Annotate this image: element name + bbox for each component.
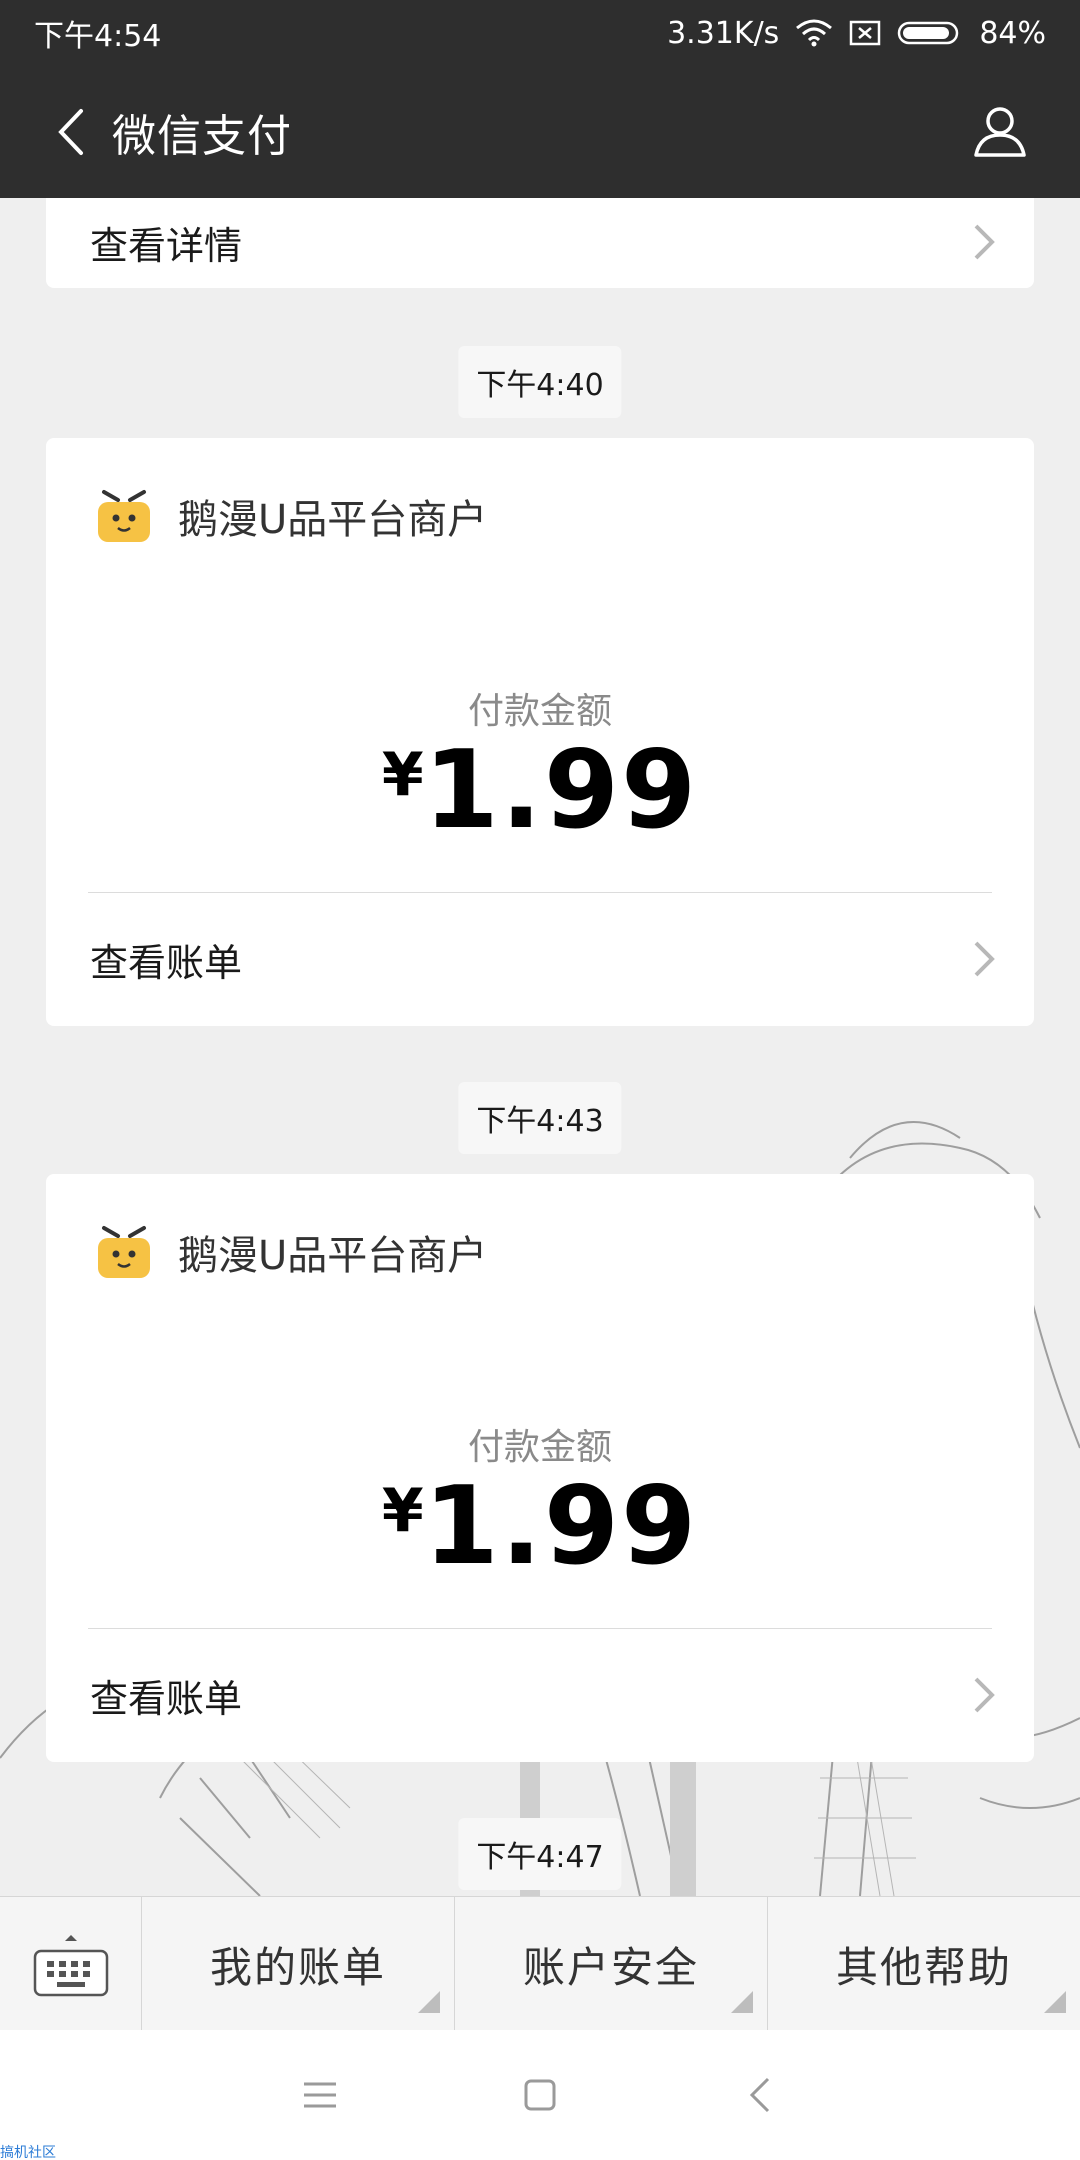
sim-icon: [849, 20, 881, 46]
watermark: 搞机社区: [0, 2145, 56, 2160]
merchant-row: 鹅漫U品平台商户: [94, 486, 487, 546]
wifi-icon: [795, 18, 833, 48]
user-profile-icon[interactable]: [960, 66, 1040, 198]
merchant-logo-icon: [98, 490, 150, 542]
view-bill-row[interactable]: 查看账单: [46, 1629, 1034, 1762]
payment-amount: ¥1.99: [46, 728, 1034, 853]
chevron-right-icon: [974, 1677, 995, 1713]
currency-symbol: ¥: [381, 740, 424, 810]
menu-account-security[interactable]: 账户安全: [455, 1897, 768, 2031]
menu-other-help[interactable]: 其他帮助: [768, 1897, 1080, 2031]
payment-card[interactable]: 鹅漫U品平台商户 付款金额 ¥1.99 查看账单: [46, 438, 1034, 1026]
submenu-indicator-icon: [1044, 1991, 1066, 2013]
chevron-right-icon: [974, 224, 995, 260]
payment-amount: ¥1.99: [46, 1464, 1034, 1589]
submenu-indicator-icon: [418, 1991, 440, 2013]
menu-label: 我的账单: [209, 1942, 386, 1992]
menu-icon[interactable]: [290, 2065, 350, 2125]
view-bill-label: 查看账单: [90, 1677, 243, 1721]
title-bar: 微信支付: [0, 66, 1080, 198]
view-bill-row[interactable]: 查看账单: [46, 893, 1034, 1026]
detail-card[interactable]: 查看详情: [46, 198, 1034, 288]
merchant-logo-icon: [98, 1226, 150, 1278]
back-arrow-icon[interactable]: [30, 66, 110, 198]
keyboard-icon: [33, 1935, 108, 1997]
amount-value: 1.99: [423, 1464, 699, 1589]
timestamp: 下午4:40: [458, 346, 622, 418]
view-bill-label: 查看账单: [90, 941, 243, 985]
merchant-name: 鹅漫U品平台商户: [178, 1233, 488, 1279]
amount-label: 付款金额: [467, 1427, 612, 1468]
chevron-right-icon: [974, 941, 995, 977]
submenu-indicator-icon: [731, 1991, 753, 2013]
keyboard-toggle-button[interactable]: [0, 1897, 142, 2031]
merchant-name: 鹅漫U品平台商户: [178, 497, 488, 543]
page-title: 微信支付: [112, 111, 292, 162]
home-icon[interactable]: [510, 2065, 570, 2125]
view-details-label: 查看详情: [90, 223, 243, 268]
status-bar: 下午4:54 3.31K/s 84%: [0, 0, 1080, 66]
menu-my-bills[interactable]: 我的账单: [142, 1897, 455, 2031]
battery-percent: 84%: [979, 15, 1046, 51]
system-nav-bar: [0, 2030, 1080, 2160]
bottom-menu: 我的账单 账户安全 其他帮助: [0, 1896, 1080, 2031]
amount-value: 1.99: [423, 728, 699, 853]
battery-icon: [897, 20, 963, 46]
status-indicators: 3.31K/s 84%: [667, 16, 1046, 51]
menu-label: 其他帮助: [835, 1942, 1012, 1992]
timestamp: 下午4:43: [458, 1082, 622, 1154]
menu-label: 账户安全: [522, 1942, 699, 1992]
back-icon[interactable]: [730, 2065, 790, 2125]
network-speed: 3.31K/s: [667, 15, 780, 51]
currency-symbol: ¥: [381, 1476, 424, 1546]
payment-card[interactable]: 鹅漫U品平台商户 付款金额 ¥1.99 查看账单: [46, 1174, 1034, 1762]
merchant-row: 鹅漫U品平台商户: [94, 1222, 487, 1282]
amount-label: 付款金额: [467, 691, 612, 732]
chat-area: 查看详情 下午4:40 鹅漫U品平台商户 付款金额 ¥1.99 查看账单 下午4…: [0, 198, 1080, 1896]
timestamp: 下午4:47: [458, 1818, 622, 1890]
status-time: 下午4:54: [34, 19, 162, 54]
